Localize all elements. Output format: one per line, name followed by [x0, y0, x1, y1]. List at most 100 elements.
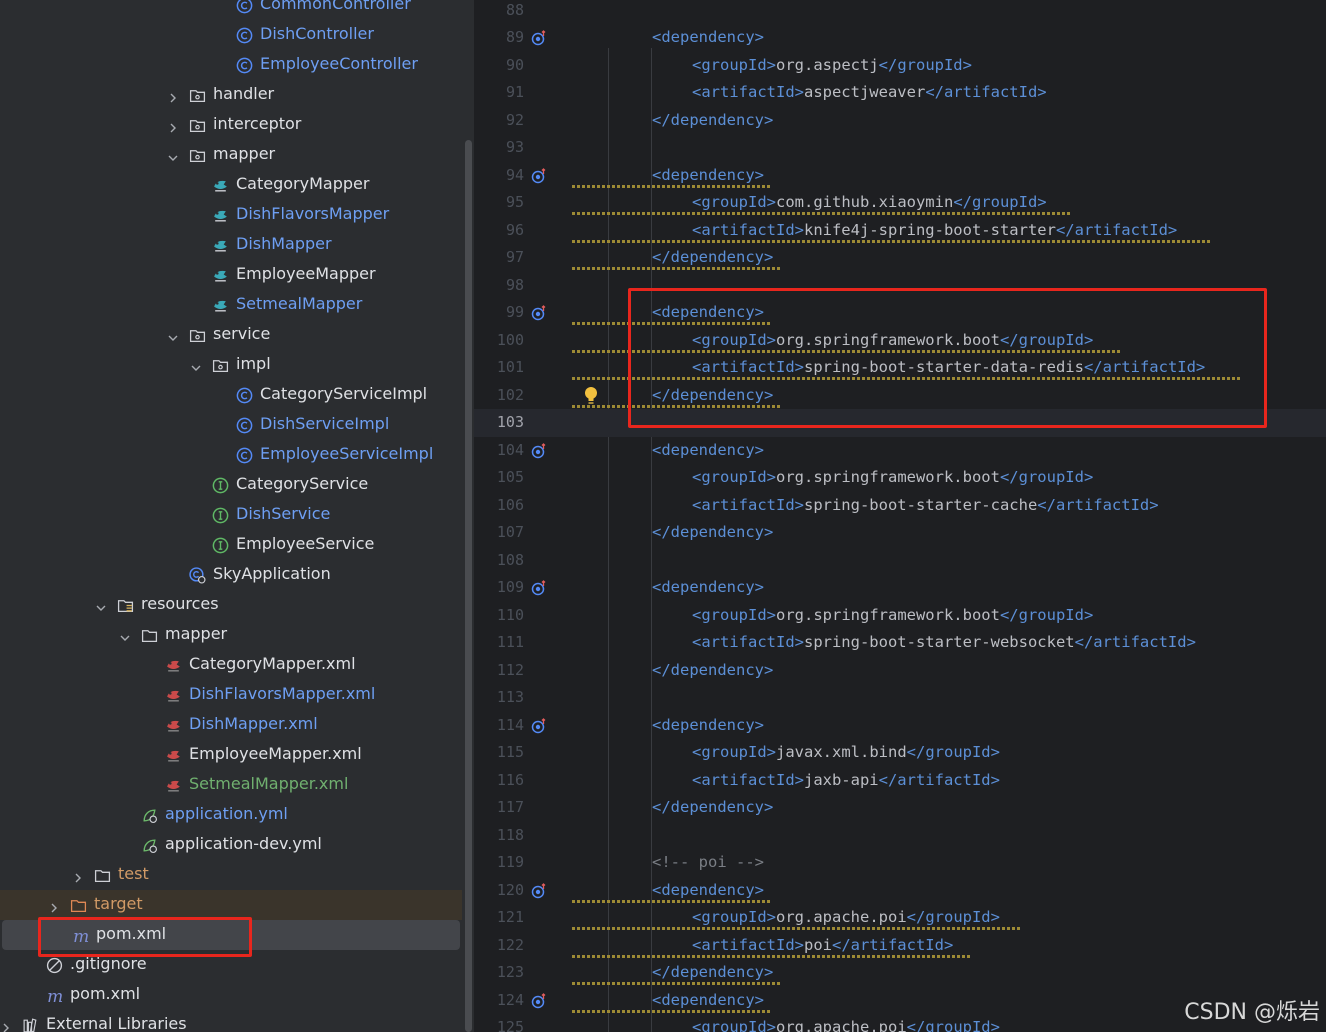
code-text: <dependency> — [652, 437, 764, 465]
maven-dependency-icon[interactable] — [531, 992, 547, 1009]
maven-dependency-icon[interactable] — [531, 442, 547, 459]
tree-item-external-libraries[interactable]: External Libraries — [0, 1010, 462, 1032]
code-line[interactable]: 91 <artifactId>aspectjweaver</artifactId> — [474, 79, 1326, 107]
maven-dependency-icon[interactable] — [531, 882, 547, 899]
maven-dependency-icon[interactable] — [531, 30, 547, 46]
tree-item-categoryservice[interactable]: CategoryService — [0, 470, 462, 500]
code-line[interactable]: 94 <dependency> — [474, 162, 1326, 190]
tree-item-interceptor[interactable]: interceptor — [0, 110, 462, 140]
chevron-down-icon[interactable] — [119, 629, 131, 641]
code-line[interactable]: 114 <dependency> — [474, 712, 1326, 740]
code-line[interactable]: 121 <groupId>org.apache.poi</groupId> — [474, 904, 1326, 932]
xml-tag: </groupId> — [906, 1018, 1000, 1032]
interface-icon — [212, 507, 229, 524]
chevron-right-icon[interactable] — [48, 899, 60, 913]
code-line[interactable]: 120 <dependency> — [474, 877, 1326, 905]
tree-item-dishserviceimpl[interactable]: DishServiceImpl — [0, 410, 462, 440]
chevron-down-icon[interactable] — [95, 599, 107, 611]
tree-item-employeecontroller[interactable]: EmployeeController — [0, 50, 462, 80]
maven-dependency-icon[interactable] — [531, 167, 547, 184]
line-number: 125 — [496, 1018, 524, 1032]
bulb-icon[interactable] — [584, 386, 598, 406]
tree-item-mapper[interactable]: mapper — [0, 140, 462, 170]
xml-text: aspectjweaver — [803, 83, 926, 101]
code-editor[interactable]: 88 89 <dependency> 90 <groupId>org.aspectj</… — [474, 0, 1326, 1032]
code-line[interactable]: 119 <!-- poi --> — [474, 849, 1326, 877]
code-line[interactable]: 104 <dependency> — [474, 437, 1326, 465]
chevron-right-icon[interactable] — [0, 1019, 12, 1032]
code-line[interactable]: 96 <artifactId>knife4j-spring-boot-starte… — [474, 217, 1326, 245]
tree-item-setmealmapper-xml[interactable]: SetmealMapper.xml — [0, 770, 462, 800]
warning-underline — [572, 239, 1212, 243]
tree-item-mapper[interactable]: mapper — [0, 620, 462, 650]
tree-item-employeeserviceimpl[interactable]: EmployeeServiceImpl — [0, 440, 462, 470]
tree-item-employeemapper[interactable]: EmployeeMapper — [0, 260, 462, 290]
code-line[interactable]: 109 <dependency> — [474, 574, 1326, 602]
class-icon — [236, 417, 253, 434]
code-line[interactable]: 106 <artifactId>spring-boot-starter-cache… — [474, 492, 1326, 520]
ignore-file-icon — [46, 957, 63, 974]
code-line[interactable]: 110 <groupId>org.springframework.boot</gr… — [474, 602, 1326, 630]
tree-item-application-dev-yml[interactable]: application-dev.yml — [0, 830, 462, 860]
chevron-right-icon[interactable] — [167, 119, 179, 133]
tree-item-categoryserviceimpl[interactable]: CategoryServiceImpl — [0, 380, 462, 410]
code-line[interactable]: 92 </dependency> — [474, 107, 1326, 135]
tree-item-handler[interactable]: handler — [0, 80, 462, 110]
xml-tag: <dependency> — [652, 440, 764, 459]
line-number: 122 — [496, 935, 524, 954]
scrollbar-thumb[interactable] — [465, 140, 472, 1032]
tree-item-dishflavorsmapper-xml[interactable]: DishFlavorsMapper.xml — [0, 680, 462, 710]
tree-item-dishmapper-xml[interactable]: DishMapper.xml — [0, 710, 462, 740]
tree-item-employeeservice[interactable]: EmployeeService — [0, 530, 462, 560]
chevron-down-icon[interactable] — [167, 329, 179, 341]
code-line[interactable]: 111 <artifactId>spring-boot-starter-webso… — [474, 629, 1326, 657]
code-line[interactable]: 97 </dependency> — [474, 244, 1326, 272]
chevron-down-icon[interactable] — [167, 149, 179, 161]
tree-item-commoncontroller[interactable]: CommonController — [0, 0, 462, 20]
code-line[interactable]: 89 <dependency> — [474, 24, 1326, 52]
code-line[interactable]: 108 — [474, 547, 1326, 575]
code-line[interactable]: 95 <groupId>com.github.xiaoymin</groupId> — [474, 189, 1326, 217]
tree-item-application-yml[interactable]: application.yml — [0, 800, 462, 830]
code-line[interactable]: 88 — [474, 0, 1326, 24]
maven-dependency-icon[interactable] — [531, 580, 547, 596]
code-line[interactable]: 105 <groupId>org.springframework.boot</gr… — [474, 464, 1326, 492]
xml-tag: </artifactId> — [925, 83, 1047, 101]
maven-dependency-icon[interactable] — [531, 305, 547, 321]
project-tree-scrollbar[interactable] — [462, 0, 474, 1032]
tree-item-categorymapper-xml[interactable]: CategoryMapper.xml — [0, 650, 462, 680]
code-line[interactable]: 90 <groupId>org.aspectj</groupId> — [474, 52, 1326, 80]
code-line[interactable]: 123 </dependency> — [474, 959, 1326, 987]
tree-item-employeemapper-xml[interactable]: EmployeeMapper.xml — [0, 740, 462, 770]
code-line[interactable]: 115 <groupId>javax.xml.bind</groupId> — [474, 739, 1326, 767]
tree-item-pom-xml[interactable]: m pom.xml — [0, 980, 462, 1010]
chevron-down-icon[interactable] — [190, 359, 202, 371]
tree-item-resources[interactable]: resources — [0, 590, 462, 620]
tree-item-setmealmapper[interactable]: SetmealMapper — [0, 290, 462, 320]
code-line[interactable]: 116 <artifactId>jaxb-api</artifactId> — [474, 767, 1326, 795]
warning-underline — [572, 982, 782, 985]
code-line[interactable]: 122 <artifactId>poi</artifactId> — [474, 932, 1326, 960]
maven-dependency-icon[interactable] — [531, 717, 547, 734]
code-line[interactable]: 117 </dependency> — [474, 794, 1326, 822]
tree-item-dishservice[interactable]: DishService — [0, 500, 462, 530]
code-line[interactable]: 107 </dependency> — [474, 519, 1326, 547]
code-line[interactable]: 93 — [474, 134, 1326, 162]
tree-item-service[interactable]: service — [0, 320, 462, 350]
code-line[interactable]: 113 — [474, 684, 1326, 712]
tree-item-test[interactable]: test — [0, 860, 462, 890]
line-number: 91 — [505, 83, 524, 101]
tree-item-target[interactable]: target — [0, 890, 462, 920]
chevron-right-icon[interactable] — [167, 89, 179, 103]
tree-item-dishflavorsmapper[interactable]: DishFlavorsMapper — [0, 200, 462, 230]
tree-item-skyapplication[interactable]: SkyApplication — [0, 560, 462, 590]
tree-item-dishmapper[interactable]: DishMapper — [0, 230, 462, 260]
chevron-right-icon[interactable] — [72, 869, 84, 883]
code-line[interactable]: 112 </dependency> — [474, 657, 1326, 685]
code-line[interactable]: 118 — [474, 822, 1326, 850]
tree-item-dishcontroller[interactable]: DishController — [0, 20, 462, 50]
line-number: 92 — [505, 110, 524, 129]
tree-item-impl[interactable]: impl — [0, 350, 462, 380]
tree-item-categorymapper[interactable]: CategoryMapper — [0, 170, 462, 200]
xml-tag: </dependency> — [652, 248, 774, 266]
